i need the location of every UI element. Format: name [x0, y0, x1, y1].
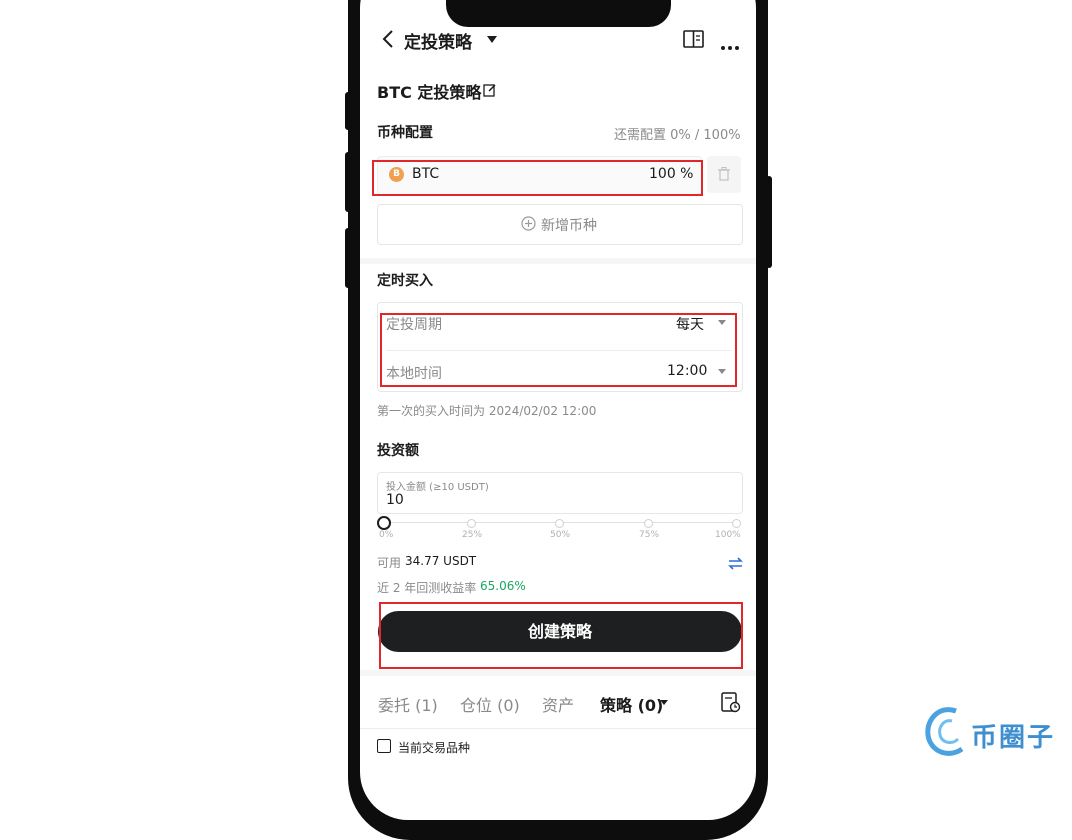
slider-tick-label: 100%	[715, 530, 741, 540]
watermark-logo-icon	[922, 703, 970, 763]
transfer-icon[interactable]	[728, 555, 743, 574]
highlight-box-coin	[372, 160, 703, 196]
available-label: 可用	[377, 556, 402, 570]
current-pair-label: 当前交易品种	[398, 741, 471, 755]
edit-icon[interactable]	[483, 82, 497, 101]
tab-orders[interactable]: 委托 (1)	[378, 692, 438, 716]
slider-tick-label: 0%	[379, 530, 394, 540]
slider-tick-label: 75%	[639, 530, 660, 540]
slider-mark-25[interactable]	[467, 519, 476, 528]
book-icon[interactable]	[683, 29, 704, 53]
investment-label: 投资额	[377, 443, 419, 459]
slider-mark-100[interactable]	[732, 519, 741, 528]
delete-coin-button[interactable]	[707, 156, 741, 193]
side-button-volume-up	[345, 152, 351, 212]
chevron-down-icon[interactable]	[487, 36, 497, 43]
strategy-name: BTC 定投策略	[377, 83, 482, 102]
slider-mark-50[interactable]	[555, 519, 564, 528]
tab-assets[interactable]: 资产	[542, 692, 574, 716]
side-button-mute	[345, 92, 351, 130]
highlight-box-create	[379, 602, 743, 669]
trash-icon	[718, 167, 730, 181]
bottom-divider	[360, 670, 756, 676]
tab-divider	[360, 728, 756, 729]
slider-tick-label: 25%	[462, 530, 483, 540]
tab-strategy-dropdown-icon[interactable]	[660, 700, 668, 705]
back-icon[interactable]	[381, 29, 397, 49]
available-value: 34.77 USDT	[405, 554, 477, 568]
coin-config-remaining: 还需配置 0% / 100%	[614, 128, 741, 143]
plus-circle-icon	[521, 216, 536, 235]
return-value: 65.06%	[480, 579, 526, 593]
slider-mark-75[interactable]	[644, 519, 653, 528]
side-button-volume-down	[345, 228, 351, 288]
side-button-power	[766, 176, 772, 268]
amount-label: 投入金额 (≥10 USDT)	[386, 482, 489, 493]
add-coin-label: 新增币种	[541, 218, 597, 234]
slider-tick-label: 50%	[550, 530, 571, 540]
tab-positions[interactable]: 仓位 (0)	[460, 692, 520, 716]
coin-config-label: 币种配置	[377, 125, 433, 141]
header-title[interactable]: 定投策略	[404, 28, 472, 53]
phone-notch	[446, 0, 671, 27]
schedule-label: 定时买入	[377, 273, 433, 289]
more-icon[interactable]	[720, 36, 740, 55]
highlight-box-schedule	[380, 313, 737, 387]
tab-strategy[interactable]: 策略 (0)	[600, 692, 663, 716]
watermark-text: 币圈子	[971, 723, 1056, 753]
section-divider	[360, 258, 756, 264]
current-pair-checkbox[interactable]	[377, 739, 391, 753]
return-label: 近 2 年回测收益率	[377, 581, 477, 595]
first-buy-note: 第一次的买入时间为 2024/02/02 12:00	[377, 404, 597, 418]
amount-value[interactable]: 10	[386, 492, 404, 508]
amount-slider-handle[interactable]	[377, 516, 391, 530]
order-history-icon[interactable]	[721, 691, 741, 717]
